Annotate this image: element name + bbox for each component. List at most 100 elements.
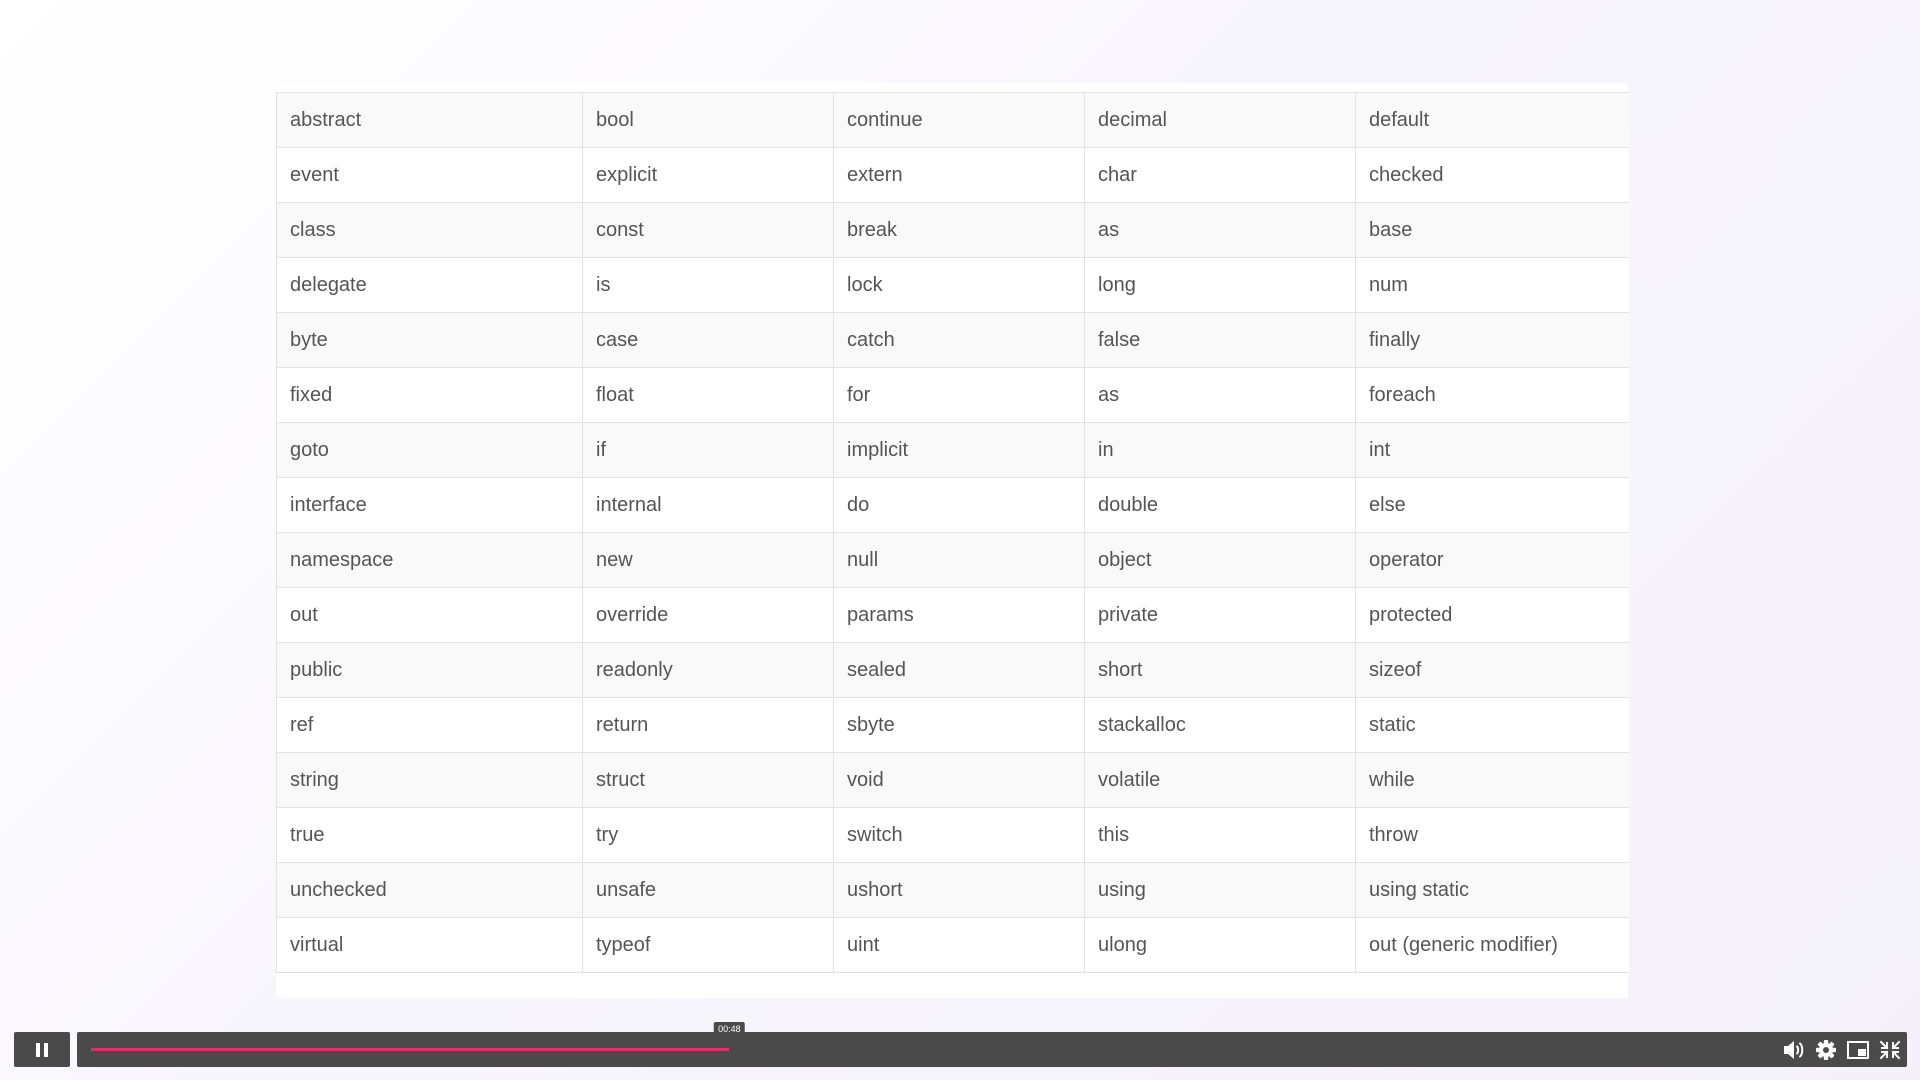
video-stage[interactable]: abstract bool continue decimal default event e… — [0, 0, 1920, 1080]
table-cell: as — [1084, 202, 1356, 258]
table-cell: readonly — [582, 642, 834, 698]
table-cell: internal — [582, 477, 834, 533]
table-cell: decimal — [1084, 92, 1356, 148]
progress-bar[interactable] — [91, 1048, 1771, 1051]
table-cell: lock — [833, 257, 1085, 313]
table-cell: while — [1355, 752, 1629, 808]
table-cell: using — [1084, 862, 1356, 918]
table-cell: goto — [276, 422, 583, 478]
keywords-table: abstract bool continue decimal default event e… — [276, 92, 1629, 973]
table-cell: stackalloc — [1084, 697, 1356, 753]
table-cell: uint — [833, 917, 1085, 973]
picture-in-picture-icon[interactable] — [1846, 1039, 1870, 1061]
table-cell: operator — [1355, 532, 1629, 588]
table-cell: is — [582, 257, 834, 313]
table-row: public readonly sealed short sizeof — [276, 642, 1629, 698]
table-cell: base — [1355, 202, 1629, 258]
table-cell: struct — [582, 752, 834, 808]
table-cell: public — [276, 642, 583, 698]
table-cell: continue — [833, 92, 1085, 148]
table-row: interface internal do double else — [276, 477, 1629, 533]
table-cell: int — [1355, 422, 1629, 478]
table-cell: class — [276, 202, 583, 258]
table-cell: volatile — [1084, 752, 1356, 808]
table-cell: object — [1084, 532, 1356, 588]
keywords-table-body: abstract bool continue decimal default event e… — [276, 92, 1629, 973]
table-cell: bool — [582, 92, 834, 148]
slide-panel: abstract bool continue decimal default event e… — [276, 83, 1629, 998]
table-row: delegate is lock long num — [276, 257, 1629, 313]
table-cell: unsafe — [582, 862, 834, 918]
table-cell: new — [582, 532, 834, 588]
table-cell: string — [276, 752, 583, 808]
table-row: goto if implicit in int — [276, 422, 1629, 478]
table-cell: sealed — [833, 642, 1085, 698]
table-row: string struct void volatile while — [276, 752, 1629, 808]
table-cell: false — [1084, 312, 1356, 368]
table-cell: private — [1084, 587, 1356, 643]
volume-icon[interactable] — [1782, 1039, 1806, 1061]
table-cell: do — [833, 477, 1085, 533]
table-cell: explicit — [582, 147, 834, 203]
table-cell: implicit — [833, 422, 1085, 478]
table-cell: null — [833, 532, 1085, 588]
table-cell: event — [276, 147, 583, 203]
table-cell: for — [833, 367, 1085, 423]
table-cell: protected — [1355, 587, 1629, 643]
table-cell: float — [582, 367, 834, 423]
table-cell: unchecked — [276, 862, 583, 918]
table-cell: const — [582, 202, 834, 258]
table-cell: default — [1355, 92, 1629, 148]
table-cell: short — [1084, 642, 1356, 698]
table-cell: override — [582, 587, 834, 643]
table-cell: else — [1355, 477, 1629, 533]
table-cell: switch — [833, 807, 1085, 863]
table-row: fixed float for as foreach — [276, 367, 1629, 423]
table-row: abstract bool continue decimal default — [276, 92, 1629, 148]
control-bar — [77, 1032, 1907, 1067]
table-cell: virtual — [276, 917, 583, 973]
table-cell: case — [582, 312, 834, 368]
table-cell: byte — [276, 312, 583, 368]
table-cell: ulong — [1084, 917, 1356, 973]
table-cell: void — [833, 752, 1085, 808]
table-cell: ushort — [833, 862, 1085, 918]
time-tooltip: 00:48 — [714, 1022, 745, 1037]
table-cell: extern — [833, 147, 1085, 203]
play-pause-button[interactable] — [14, 1032, 70, 1067]
exit-fullscreen-icon[interactable] — [1878, 1039, 1902, 1061]
pause-icon — [36, 1043, 48, 1057]
table-row: class const break as base — [276, 202, 1629, 258]
table-row: byte case catch false finally — [276, 312, 1629, 368]
table-cell: finally — [1355, 312, 1629, 368]
table-row: unchecked unsafe ushort using using static — [276, 862, 1629, 918]
table-cell: delegate — [276, 257, 583, 313]
table-cell: double — [1084, 477, 1356, 533]
settings-gear-icon[interactable] — [1814, 1039, 1838, 1061]
table-cell: params — [833, 587, 1085, 643]
table-cell: checked — [1355, 147, 1629, 203]
progress-fill — [91, 1048, 730, 1051]
table-cell: sizeof — [1355, 642, 1629, 698]
table-cell: sbyte — [833, 697, 1085, 753]
table-cell: break — [833, 202, 1085, 258]
table-row: namespace new null object operator — [276, 532, 1629, 588]
table-cell: long — [1084, 257, 1356, 313]
table-cell: try — [582, 807, 834, 863]
table-cell: return — [582, 697, 834, 753]
table-cell: using static — [1355, 862, 1629, 918]
table-cell: catch — [833, 312, 1085, 368]
table-row: virtual typeof uint ulong out (generic modif… — [276, 917, 1629, 973]
table-cell: num — [1355, 257, 1629, 313]
table-row: event explicit extern char checked — [276, 147, 1629, 203]
table-cell: out (generic modifier) — [1355, 917, 1629, 973]
table-cell: this — [1084, 807, 1356, 863]
table-cell: true — [276, 807, 583, 863]
table-cell: char — [1084, 147, 1356, 203]
table-cell: interface — [276, 477, 583, 533]
table-cell: in — [1084, 422, 1356, 478]
table-row: out override params private protected — [276, 587, 1629, 643]
table-cell: typeof — [582, 917, 834, 973]
table-cell: abstract — [276, 92, 583, 148]
table-cell: foreach — [1355, 367, 1629, 423]
